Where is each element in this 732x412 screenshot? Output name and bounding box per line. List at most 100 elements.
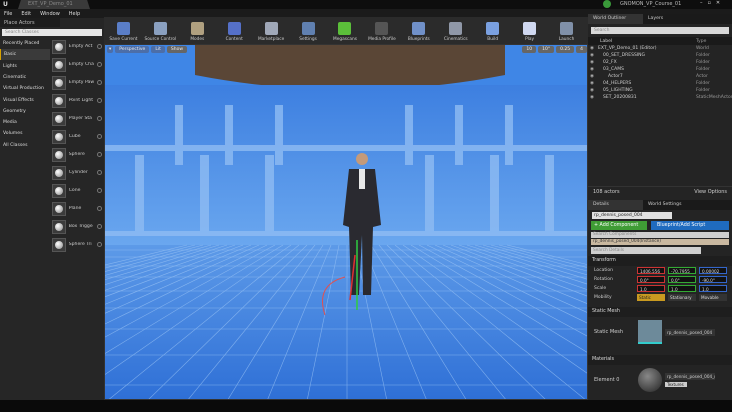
materials-section[interactable]: Materials [588, 355, 732, 365]
type-column-header[interactable]: Type [696, 39, 732, 44]
info-icon[interactable] [97, 206, 102, 211]
actor-item[interactable]: Cone [52, 182, 102, 199]
transform-section[interactable]: Transform [588, 256, 732, 266]
tab-world-outliner[interactable]: World Outliner [588, 14, 643, 24]
mobility-movable[interactable]: Movable [699, 294, 727, 301]
outliner-row[interactable]: ◉ 03_CAMS Folder [588, 66, 732, 73]
lit-button[interactable]: Lit [151, 46, 165, 53]
camera-speed-button[interactable]: 4 [576, 46, 587, 53]
scale-x[interactable]: 1.0 [637, 285, 665, 292]
tab-layers[interactable]: Layers [643, 14, 698, 24]
menu-help[interactable]: Help [69, 11, 80, 17]
scale-snap-button[interactable]: 0.25 [556, 46, 575, 53]
scale-z[interactable]: 1.0 [699, 285, 727, 292]
blueprint-add-script-button[interactable]: Blueprint/Add Script [651, 221, 729, 230]
viewport-scene[interactable] [105, 45, 588, 400]
toolbar-save-current-button[interactable]: Save Current [106, 22, 141, 42]
toolbar-content-button[interactable]: Content [217, 22, 252, 42]
location-z[interactable]: 0.00002 [699, 267, 727, 274]
outliner-row[interactable]: ◉ 02_FX Folder [588, 59, 732, 66]
toolbar-blueprints-button[interactable]: Blueprints [401, 22, 436, 42]
material-thumbnail[interactable] [638, 368, 662, 392]
grid-snap-button[interactable]: 10 [522, 46, 537, 53]
actor-item[interactable]: Plane [52, 200, 102, 217]
mobility-static[interactable]: Static [637, 294, 665, 301]
category-cinematic[interactable]: Cinematic [0, 72, 50, 83]
visibility-eye-icon[interactable]: ◉ [590, 67, 598, 72]
mobility-stationary[interactable]: Stationary [668, 294, 696, 301]
toolbar-play-button[interactable]: Play [512, 22, 547, 42]
search-classes-input[interactable]: Search Classes [2, 29, 102, 36]
info-icon[interactable] [97, 116, 102, 121]
actor-item[interactable]: Empty Cha [52, 56, 102, 73]
rotation-z[interactable]: -90.0° [699, 276, 727, 283]
maximize-button[interactable]: ▫ [708, 0, 711, 6]
category-lights[interactable]: Lights [0, 61, 50, 72]
toolbar-megascans-button[interactable]: Megascans [328, 22, 363, 42]
actor-item[interactable]: Cube [52, 128, 102, 145]
actor-item[interactable]: Sphere Tri [52, 236, 102, 253]
search-details-input[interactable]: Search Details [591, 247, 701, 254]
category-volumes[interactable]: Volumes [0, 128, 50, 139]
category-media[interactable]: Media [0, 117, 50, 128]
info-icon[interactable] [97, 98, 102, 103]
toolbar-settings-button[interactable]: Settings [291, 22, 326, 42]
toolbar-source-control-button[interactable]: Source Control [143, 22, 178, 42]
toolbar-media-profile-button[interactable]: Media Profile [364, 22, 399, 42]
location-x[interactable]: 1406.556 [637, 267, 665, 274]
toolbar-marketplace-button[interactable]: Marketplace [254, 22, 289, 42]
toolbar-cinematics-button[interactable]: Cinematics [438, 22, 473, 42]
outliner-row[interactable]: ◉ SET_20200831 StaticMeshActor [588, 94, 732, 101]
info-icon[interactable] [97, 44, 102, 49]
actor-item[interactable]: Empty Act [52, 38, 102, 55]
info-icon[interactable] [97, 80, 102, 85]
material-dropdown[interactable]: rp_dennis_posed_004_mat [665, 373, 715, 380]
outliner-search-input[interactable]: Search [591, 27, 729, 34]
visibility-eye-icon[interactable]: ◉ [590, 81, 598, 86]
menu-edit[interactable]: Edit [21, 11, 31, 17]
visibility-eye-icon[interactable]: ◉ [590, 60, 598, 65]
category-basic[interactable]: Basic [0, 49, 50, 61]
info-icon[interactable] [97, 134, 102, 139]
menu-file[interactable]: File [4, 11, 12, 17]
visibility-eye-icon[interactable]: ◉ [590, 74, 598, 79]
visibility-eye-icon[interactable]: ◉ [590, 95, 598, 100]
location-y[interactable]: -70.7955 [668, 267, 696, 274]
rotation-x[interactable]: 0.0° [637, 276, 665, 283]
static-mesh-section[interactable]: Static Mesh [588, 307, 732, 317]
outliner-row[interactable]: ◉ Actor7 Actor [588, 73, 732, 80]
tab-details[interactable]: Details [588, 200, 643, 210]
viewport-options-button[interactable]: ▾ [107, 46, 114, 53]
info-icon[interactable] [97, 242, 102, 247]
component-instance[interactable]: rp_dennis_posed_004(Instance) [591, 239, 729, 245]
place-actors-tab[interactable]: Place Actors [0, 18, 60, 27]
category-all-classes[interactable]: All Classes [0, 140, 50, 151]
info-icon[interactable] [97, 188, 102, 193]
actor-item[interactable]: Empty Paw [52, 74, 102, 91]
scale-label[interactable]: Scale [594, 286, 637, 291]
info-icon[interactable] [97, 62, 102, 67]
category-recently-placed[interactable]: Recently Placed [0, 38, 50, 49]
toolbar-build-button[interactable]: Build [475, 22, 510, 42]
close-button[interactable]: ✕ [716, 0, 720, 6]
actor-item[interactable]: Point Light [52, 92, 102, 109]
rotation-snap-button[interactable]: 10° [538, 46, 555, 53]
tab-world-settings[interactable]: World Settings [643, 200, 698, 210]
category-visual-effects[interactable]: Visual Effects [0, 95, 50, 106]
search-components-input[interactable]: Search Components [591, 232, 729, 238]
category-geometry[interactable]: Geometry [0, 106, 50, 117]
toolbar-launch-button[interactable]: Launch [549, 22, 584, 42]
level-tab[interactable]: EXT_VP_Demo_01 [18, 0, 90, 9]
static-mesh-thumbnail[interactable] [638, 320, 662, 344]
info-icon[interactable] [97, 170, 102, 175]
visibility-eye-icon[interactable]: ◉ [590, 53, 598, 58]
info-icon[interactable] [97, 152, 102, 157]
textures-dropdown[interactable]: Textures [665, 382, 687, 387]
static-mesh-dropdown[interactable]: rp_dennis_posed_004 [665, 328, 715, 336]
actor-item[interactable]: Cylinder [52, 164, 102, 181]
info-icon[interactable] [97, 224, 102, 229]
actor-item[interactable]: Box Trigge [52, 218, 102, 235]
actor-name-input[interactable]: rp_dennis_posed_004 [592, 212, 672, 219]
outliner-row[interactable]: ◉ 00_SET_DRESSING Folder [588, 52, 732, 59]
actor-item[interactable]: Sphere [52, 146, 102, 163]
